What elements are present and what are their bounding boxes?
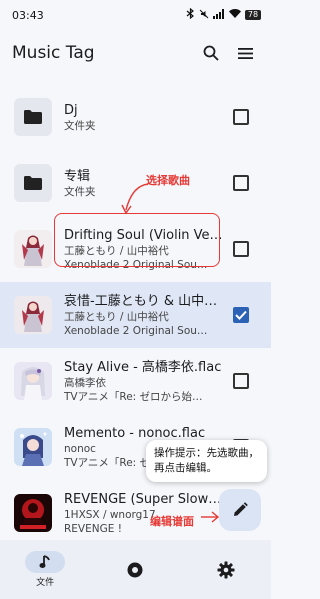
status-icons: 78 bbox=[186, 7, 261, 22]
music-note-icon bbox=[39, 555, 51, 568]
gear-icon bbox=[217, 561, 235, 578]
item-album: Xenoblade 2 Original Sou… bbox=[64, 324, 208, 337]
item-text: 哀惜-工藤ともり & 山中… 工藤ともり / 山中裕代 Xenoblade 2 … bbox=[64, 293, 225, 338]
app-bar: Music Tag bbox=[0, 30, 271, 76]
item-checkbox[interactable] bbox=[233, 373, 249, 389]
search-icon bbox=[203, 45, 219, 61]
tip-line-1: 操作提示：先选歌曲， bbox=[154, 447, 259, 459]
annotation-select-song: 选择歌曲 bbox=[146, 174, 190, 187]
status-time: 03:43 bbox=[12, 8, 44, 22]
folder-icon bbox=[14, 98, 52, 136]
signal-icon bbox=[213, 8, 225, 22]
item-subtitle: 文件夹 bbox=[64, 119, 96, 132]
album-art-image bbox=[14, 494, 52, 532]
nav-files[interactable]: 文件 bbox=[15, 551, 75, 588]
tip-bubble: 操作提示：先选歌曲， 再点击编辑。 bbox=[146, 440, 267, 482]
nav-settings[interactable] bbox=[196, 559, 256, 581]
menu-icon bbox=[237, 47, 253, 59]
annotation-edit-arrow bbox=[201, 511, 220, 523]
status-bar: 03:43 78 bbox=[0, 0, 271, 30]
app-title: Music Tag bbox=[12, 43, 95, 63]
item-title: Stay Alive - 高橋李依.flac bbox=[64, 359, 222, 375]
nav-player[interactable] bbox=[105, 559, 165, 581]
folder-icon bbox=[14, 164, 52, 202]
wifi-icon bbox=[229, 8, 241, 22]
item-artist: 高橋李依 bbox=[64, 376, 106, 389]
item-title: Dj bbox=[64, 102, 78, 118]
annotation-edit-tag: 编辑谱面 bbox=[150, 515, 194, 528]
nav-files-pill bbox=[25, 551, 66, 573]
annotation-arrow bbox=[121, 183, 149, 215]
album-art-image bbox=[14, 362, 52, 400]
list-item[interactable]: Dj 文件夹 bbox=[0, 84, 271, 150]
menu-button[interactable] bbox=[231, 39, 259, 67]
nav-player-pill bbox=[115, 559, 155, 581]
edit-fab-button[interactable] bbox=[219, 489, 261, 531]
annotation-highlight-box bbox=[54, 213, 220, 267]
check-icon bbox=[235, 310, 247, 320]
bottom-navigation: 文件 bbox=[0, 540, 271, 599]
mute-icon bbox=[199, 9, 209, 22]
item-album: TVアニメ「Re: ゼロから始… bbox=[64, 390, 203, 403]
album-art-image bbox=[14, 296, 52, 334]
item-text: Dj 文件夹 bbox=[64, 102, 225, 133]
item-title: 哀惜-工藤ともり & 山中… bbox=[64, 293, 218, 309]
item-text: Stay Alive - 高橋李依.flac 高橋李依 TVアニメ「Re: ゼロ… bbox=[64, 359, 225, 404]
item-checkbox-checked[interactable] bbox=[233, 307, 249, 323]
pencil-icon bbox=[234, 502, 248, 516]
item-checkbox[interactable] bbox=[233, 241, 249, 257]
search-button[interactable] bbox=[197, 39, 225, 67]
item-title: Memento - nonoc.flac bbox=[64, 425, 206, 441]
nav-files-label: 文件 bbox=[36, 578, 55, 588]
item-artist: 工藤ともり / 山中裕代 bbox=[64, 310, 169, 323]
tip-line-2: 再点击编辑。 bbox=[154, 462, 217, 474]
disc-icon bbox=[127, 562, 143, 577]
album-art-image bbox=[14, 428, 52, 466]
item-checkbox[interactable] bbox=[233, 175, 249, 191]
album-art-image bbox=[14, 230, 52, 268]
nav-settings-pill bbox=[206, 559, 246, 581]
battery-icon: 78 bbox=[245, 10, 261, 20]
list-item[interactable]: Stay Alive - 高橋李依.flac 高橋李依 TVアニメ「Re: ゼロ… bbox=[0, 348, 271, 414]
item-checkbox[interactable] bbox=[233, 109, 249, 125]
list-item-selected[interactable]: 哀惜-工藤ともり & 山中… 工藤ともり / 山中裕代 Xenoblade 2 … bbox=[0, 282, 271, 348]
bluetooth-icon bbox=[186, 7, 195, 22]
